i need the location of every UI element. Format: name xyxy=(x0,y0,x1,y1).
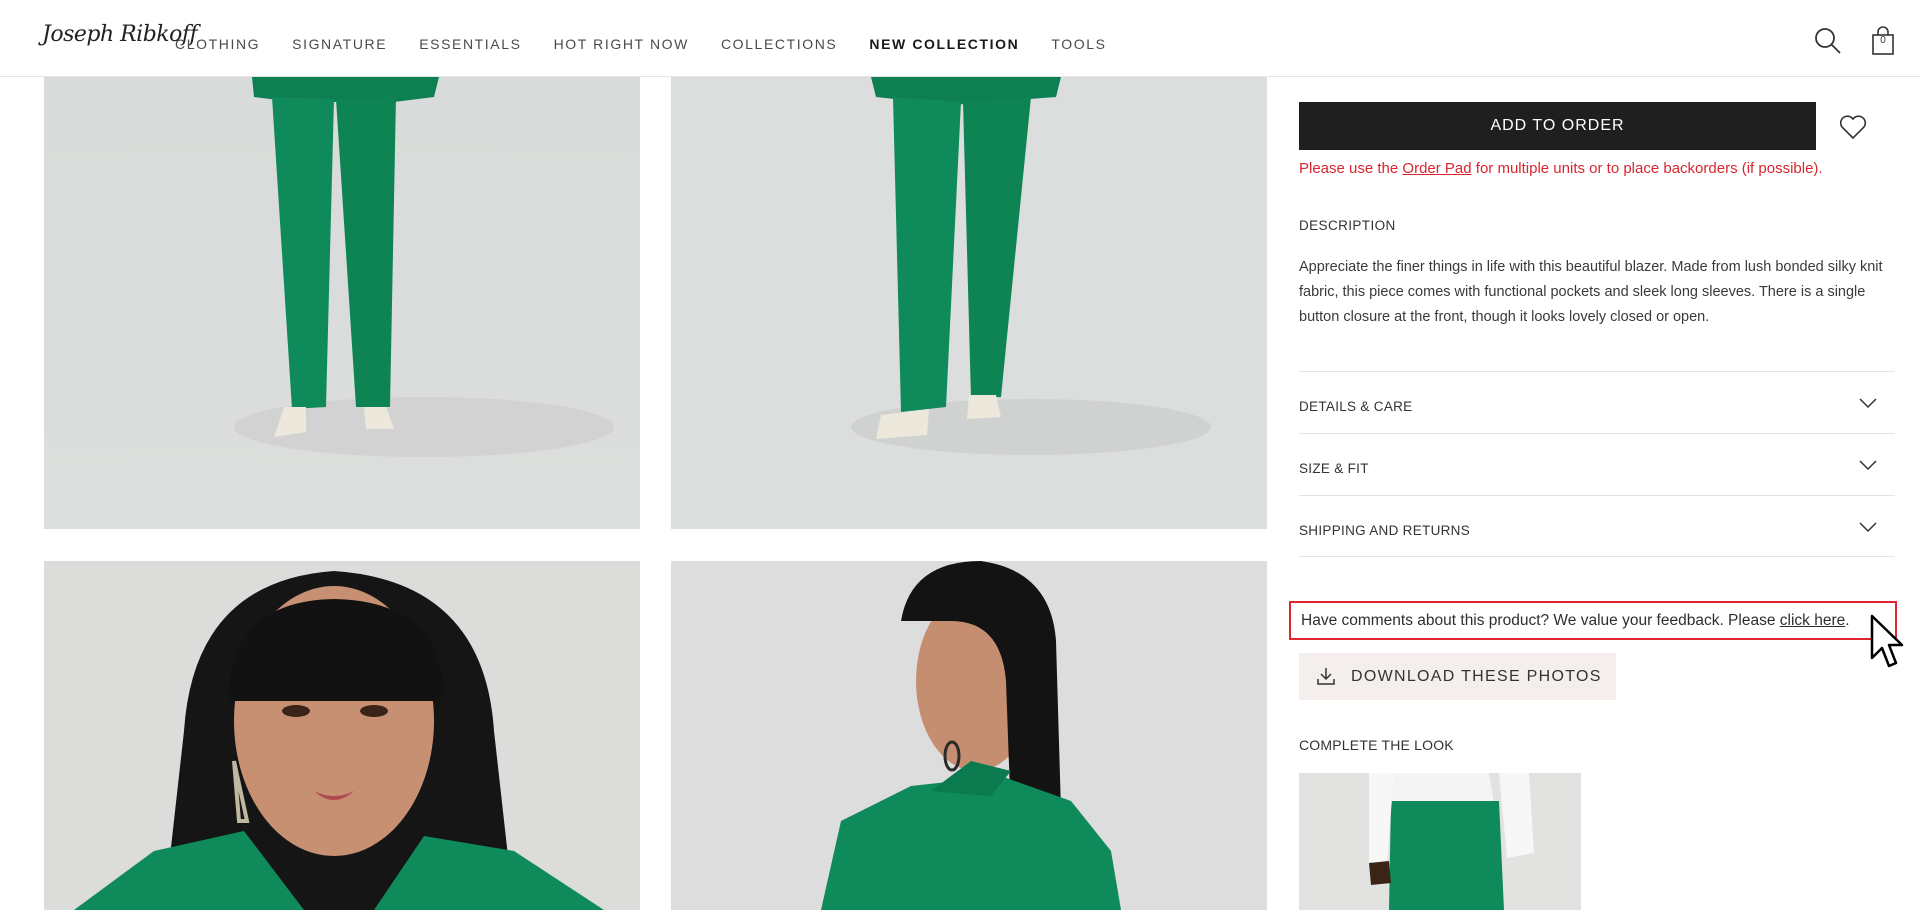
nav-new-collection[interactable]: NEW COLLECTION xyxy=(869,36,1019,52)
accordion-label: SIZE & FIT xyxy=(1299,461,1369,476)
nav-hot-right-now[interactable]: HOT RIGHT NOW xyxy=(554,36,689,52)
accordion-label: SHIPPING AND RETURNS xyxy=(1299,523,1471,538)
chevron-down-icon xyxy=(1859,460,1877,471)
feedback-click-here-link[interactable]: click here xyxy=(1780,612,1845,629)
mouse-cursor-icon xyxy=(1870,614,1904,668)
download-label: DOWNLOAD THESE PHOTOS xyxy=(1351,667,1602,685)
product-photo-model-back[interactable] xyxy=(671,561,1267,910)
main-nav: CLOTHING SIGNATURE ESSENTIALS HOT RIGHT … xyxy=(175,36,1139,52)
add-to-order-button[interactable]: ADD TO ORDER xyxy=(1299,102,1816,150)
order-pad-link[interactable]: Order Pad xyxy=(1402,160,1471,177)
order-note-suffix: for multiple units or to place backorder… xyxy=(1471,160,1823,177)
accordion-label: DETAILS & CARE xyxy=(1299,399,1413,414)
nav-collections[interactable]: COLLECTIONS xyxy=(721,36,837,52)
complete-the-look-heading: COMPLETE THE LOOK xyxy=(1299,737,1454,753)
brand-logo[interactable]: Joseph Ribkoff xyxy=(42,22,198,62)
heart-icon[interactable] xyxy=(1838,113,1868,141)
feedback-text: Have comments about this product? We val… xyxy=(1301,612,1780,629)
product-photo-model-front[interactable] xyxy=(44,561,640,910)
accordion-shipping-returns[interactable]: SHIPPING AND RETURNS xyxy=(1299,495,1895,557)
product-photo-legs-side[interactable] xyxy=(671,77,1267,529)
site-header: Joseph Ribkoff CLOTHING SIGNATURE ESSENT… xyxy=(0,0,1920,77)
feedback-period: . xyxy=(1845,612,1850,629)
nav-tools[interactable]: TOOLS xyxy=(1051,36,1106,52)
product-photo-legs-front[interactable] xyxy=(44,77,640,529)
accordion-details-care[interactable]: DETAILS & CARE xyxy=(1299,371,1895,433)
cart-count: 0 xyxy=(1880,35,1886,46)
order-pad-note: Please use the Order Pad for multiple un… xyxy=(1299,160,1823,177)
accordion-size-fit[interactable]: SIZE & FIT xyxy=(1299,433,1895,495)
nav-signature[interactable]: SIGNATURE xyxy=(292,36,387,52)
order-note-prefix: Please use the xyxy=(1299,160,1403,177)
complete-the-look-product-image[interactable] xyxy=(1299,773,1581,910)
nav-clothing[interactable]: CLOTHING xyxy=(175,36,260,52)
download-icon xyxy=(1317,668,1335,685)
download-photos-button[interactable]: DOWNLOAD THESE PHOTOS xyxy=(1299,653,1616,700)
search-icon[interactable] xyxy=(1813,26,1843,56)
description-text: Appreciate the finer things in life with… xyxy=(1299,259,1883,325)
chevron-down-icon xyxy=(1859,398,1877,409)
feedback-prompt: Have comments about this product? We val… xyxy=(1289,601,1897,640)
shopping-bag-icon[interactable]: 0 xyxy=(1868,26,1898,56)
description-heading: DESCRIPTION xyxy=(1299,218,1396,233)
chevron-down-icon xyxy=(1859,522,1877,533)
nav-essentials[interactable]: ESSENTIALS xyxy=(419,36,521,52)
